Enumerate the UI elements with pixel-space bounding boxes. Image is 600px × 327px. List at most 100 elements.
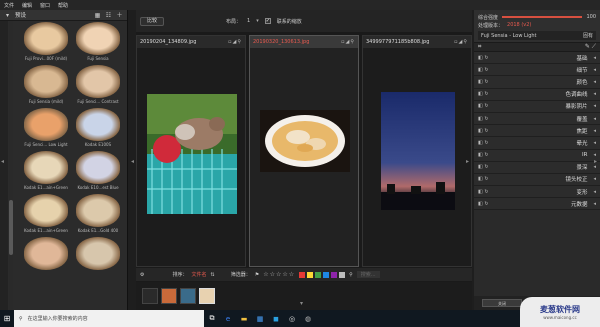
module-row[interactable]: ◧ ↻ 镜头校正 ◂ — [474, 173, 600, 187]
filmstrip-thumb-3[interactable] — [180, 288, 196, 304]
preset-item[interactable] — [22, 237, 70, 277]
compare-column-1[interactable]: 20190204_134809.jpg ▫◢⚲ — [136, 35, 246, 267]
brush-icon[interactable]: ✎ ⟋ — [585, 43, 596, 51]
chevron-down-icon[interactable]: ▾ — [256, 18, 259, 24]
module-toggle-reset-icon[interactable]: ◧ ↻ — [478, 140, 490, 146]
module-toggle-reset-icon[interactable]: ◧ ↻ — [478, 103, 490, 109]
chevron-left-icon[interactable]: ◂ — [593, 116, 596, 122]
preset-item[interactable]: Kodak E100S — [74, 108, 122, 148]
preset-item[interactable]: Fuji Senci... Low Light — [22, 108, 70, 148]
module-row[interactable]: ◧ ↻ 颜色 ◂ — [474, 76, 600, 89]
module-row[interactable]: ◧ ↻ 焦距 ◂ — [474, 125, 600, 138]
module-toggle-reset-icon[interactable]: ◧ ↻ — [478, 176, 490, 182]
module-toggle-reset-icon[interactable]: ◧ ↻ — [478, 164, 490, 170]
module-toggle-reset-icon[interactable]: ◧ ↻ — [478, 189, 490, 195]
presets-scroll-thumb[interactable] — [9, 200, 13, 255]
module-row[interactable]: ◧ ↻ 景深 ◂ — [474, 161, 600, 174]
module-row[interactable]: ◧ ↻ 变形 ◂ — [474, 186, 600, 199]
chevron-left-icon[interactable]: ◂ — [593, 189, 596, 195]
sort-value[interactable]: 文件名 — [192, 271, 207, 278]
task-view-icon[interactable]: ⧉ — [204, 310, 220, 327]
process-version-select[interactable]: 2018 (v2) — [507, 22, 531, 28]
preset-item[interactable]: Kodak E10...est Blue — [74, 151, 122, 191]
color-label-swatch[interactable] — [307, 271, 314, 278]
module-toggle-reset-icon[interactable]: ◧ ↻ — [478, 116, 490, 122]
menu-file[interactable]: 文件 — [4, 2, 14, 9]
module-row[interactable]: ◧ ↻ 元数据 ◂ — [474, 198, 600, 211]
list-view-icon[interactable]: ☷ — [105, 12, 112, 19]
rating-stars[interactable]: ☆☆☆☆☆ — [263, 271, 295, 278]
strength-slider[interactable] — [502, 16, 583, 18]
module-row[interactable]: ◧ ↻ 基础 ◂ — [474, 52, 600, 65]
menu-edit[interactable]: 编辑 — [22, 2, 32, 9]
photoshop-icon[interactable]: ◼ — [268, 310, 284, 327]
preset-item[interactable] — [74, 237, 122, 277]
app-icon-2[interactable]: ◍ — [300, 310, 316, 327]
module-toggle-reset-icon[interactable]: ◧ ↻ — [478, 79, 490, 85]
column-tools-icon[interactable]: ▫◢⚲ — [454, 39, 468, 45]
windows-start-icon[interactable]: ⊞ — [0, 310, 14, 327]
grid-view-icon[interactable]: ▦ — [94, 12, 101, 19]
filter-search-input[interactable]: 搜索... — [356, 271, 380, 278]
filmstrip-thumb-2[interactable] — [161, 288, 177, 304]
right-collapse-icon[interactable]: ▸ — [594, 158, 597, 165]
chevron-left-icon[interactable]: ◂ — [593, 128, 596, 134]
compare-column-3[interactable]: 3499977971185b808.jpg ▫◢⚲ — [362, 35, 472, 267]
module-row[interactable]: ◧ ↻ 晕光 ◂ — [474, 137, 600, 150]
module-toggle-reset-icon[interactable]: ◧ ↻ — [478, 128, 490, 134]
add-icon[interactable]: ＋ — [116, 12, 123, 19]
color-label-swatch[interactable] — [315, 271, 322, 278]
file-explorer-icon[interactable]: ▬ — [236, 310, 252, 327]
chevron-left-icon[interactable]: ◂ — [593, 176, 596, 182]
taskbar-search-input[interactable]: 在这里输入你要搜索的内容 — [28, 315, 88, 322]
menu-help[interactable]: 帮助 — [58, 2, 68, 9]
presets-scrollbar[interactable] — [9, 21, 13, 310]
store-icon[interactable]: ▦ — [252, 310, 268, 327]
preset-item[interactable]: Kodak E1...ain+Green — [22, 194, 70, 234]
column-tools-icon[interactable]: ▫◢⚲ — [341, 39, 355, 45]
chevron-left-icon[interactable]: ◂ — [593, 91, 596, 97]
color-label-swatch[interactable] — [331, 271, 338, 278]
current-preset[interactable]: Fuji Sensia - Low Light 固有 — [478, 31, 596, 40]
edge-browser-icon[interactable]: e — [220, 310, 236, 327]
chevron-left-icon[interactable]: ◂ — [593, 79, 596, 85]
module-row[interactable]: ◧ ↻ 色调曲线 ◂ — [474, 88, 600, 101]
filmstrip-thumb-1[interactable] — [142, 288, 158, 304]
module-toggle-reset-icon[interactable]: ◧ ↻ — [478, 91, 490, 97]
module-row[interactable]: ◧ ↻ 覆盖 ◂ — [474, 112, 600, 126]
close-button[interactable]: 关闭 — [482, 299, 522, 307]
crop-icon[interactable]: ⌗ — [478, 43, 481, 51]
preset-item[interactable]: Fuji Sensia (mild) — [22, 65, 70, 105]
preset-item[interactable]: Fuji Sensia — [74, 22, 122, 62]
menu-window[interactable]: 窗口 — [40, 2, 50, 9]
module-row[interactable]: ◧ ↻ 暴影阴片 ◂ — [474, 100, 600, 113]
left-panel-toggle-icon[interactable]: ◂ — [131, 158, 134, 165]
chevron-left-icon[interactable]: ◂ — [593, 201, 596, 207]
chevron-left-icon[interactable]: ◂ — [593, 103, 596, 109]
chevron-left-icon[interactable]: ◂ — [593, 140, 596, 146]
module-toggle-reset-icon[interactable]: ◧ ↻ — [478, 152, 490, 158]
module-toggle-reset-icon[interactable]: ◧ ↻ — [478, 201, 490, 207]
right-panel-toggle-icon[interactable]: ▸ — [466, 158, 469, 165]
flag-icon[interactable]: ⚑ — [255, 272, 259, 278]
preset-item[interactable]: Fuji Senci... Contrast — [74, 65, 122, 105]
color-label-swatch[interactable] — [299, 271, 306, 278]
search-icon[interactable]: ⚲ — [349, 272, 353, 278]
module-row[interactable]: ◧ ↻ 细节 ◂ — [474, 64, 600, 77]
preset-item[interactable]: Kodak E1...Gold 400 — [74, 194, 122, 234]
taskbar-search[interactable]: ⚲ 在这里输入你要搜索的内容 — [14, 310, 204, 327]
sort-direction-icon[interactable]: ⇅ — [211, 272, 215, 278]
left-collapse-icon[interactable]: ◂ — [1, 158, 4, 165]
filmstrip-toggle-icon[interactable]: ▾ — [300, 300, 303, 307]
settings-gear-icon[interactable]: ⚙ — [140, 272, 144, 278]
compare-column-2[interactable]: 20190320_130613.jpg ▫◢⚲ — [249, 35, 359, 267]
preset-item[interactable]: Fuji Provi...00F (mild) — [22, 22, 70, 62]
chevron-left-icon[interactable]: ◂ — [593, 67, 596, 73]
column-tools-icon[interactable]: ▫◢⚲ — [228, 39, 242, 45]
app-icon[interactable]: ◎ — [284, 310, 300, 327]
module-toggle-reset-icon[interactable]: ◧ ↻ — [478, 67, 490, 73]
preset-item[interactable]: Kodak E1...ain+Green — [22, 151, 70, 191]
compare-button[interactable]: 比较 — [140, 16, 165, 26]
chevron-left-icon[interactable]: ◂ — [593, 164, 596, 170]
color-label-swatch[interactable] — [323, 271, 330, 278]
